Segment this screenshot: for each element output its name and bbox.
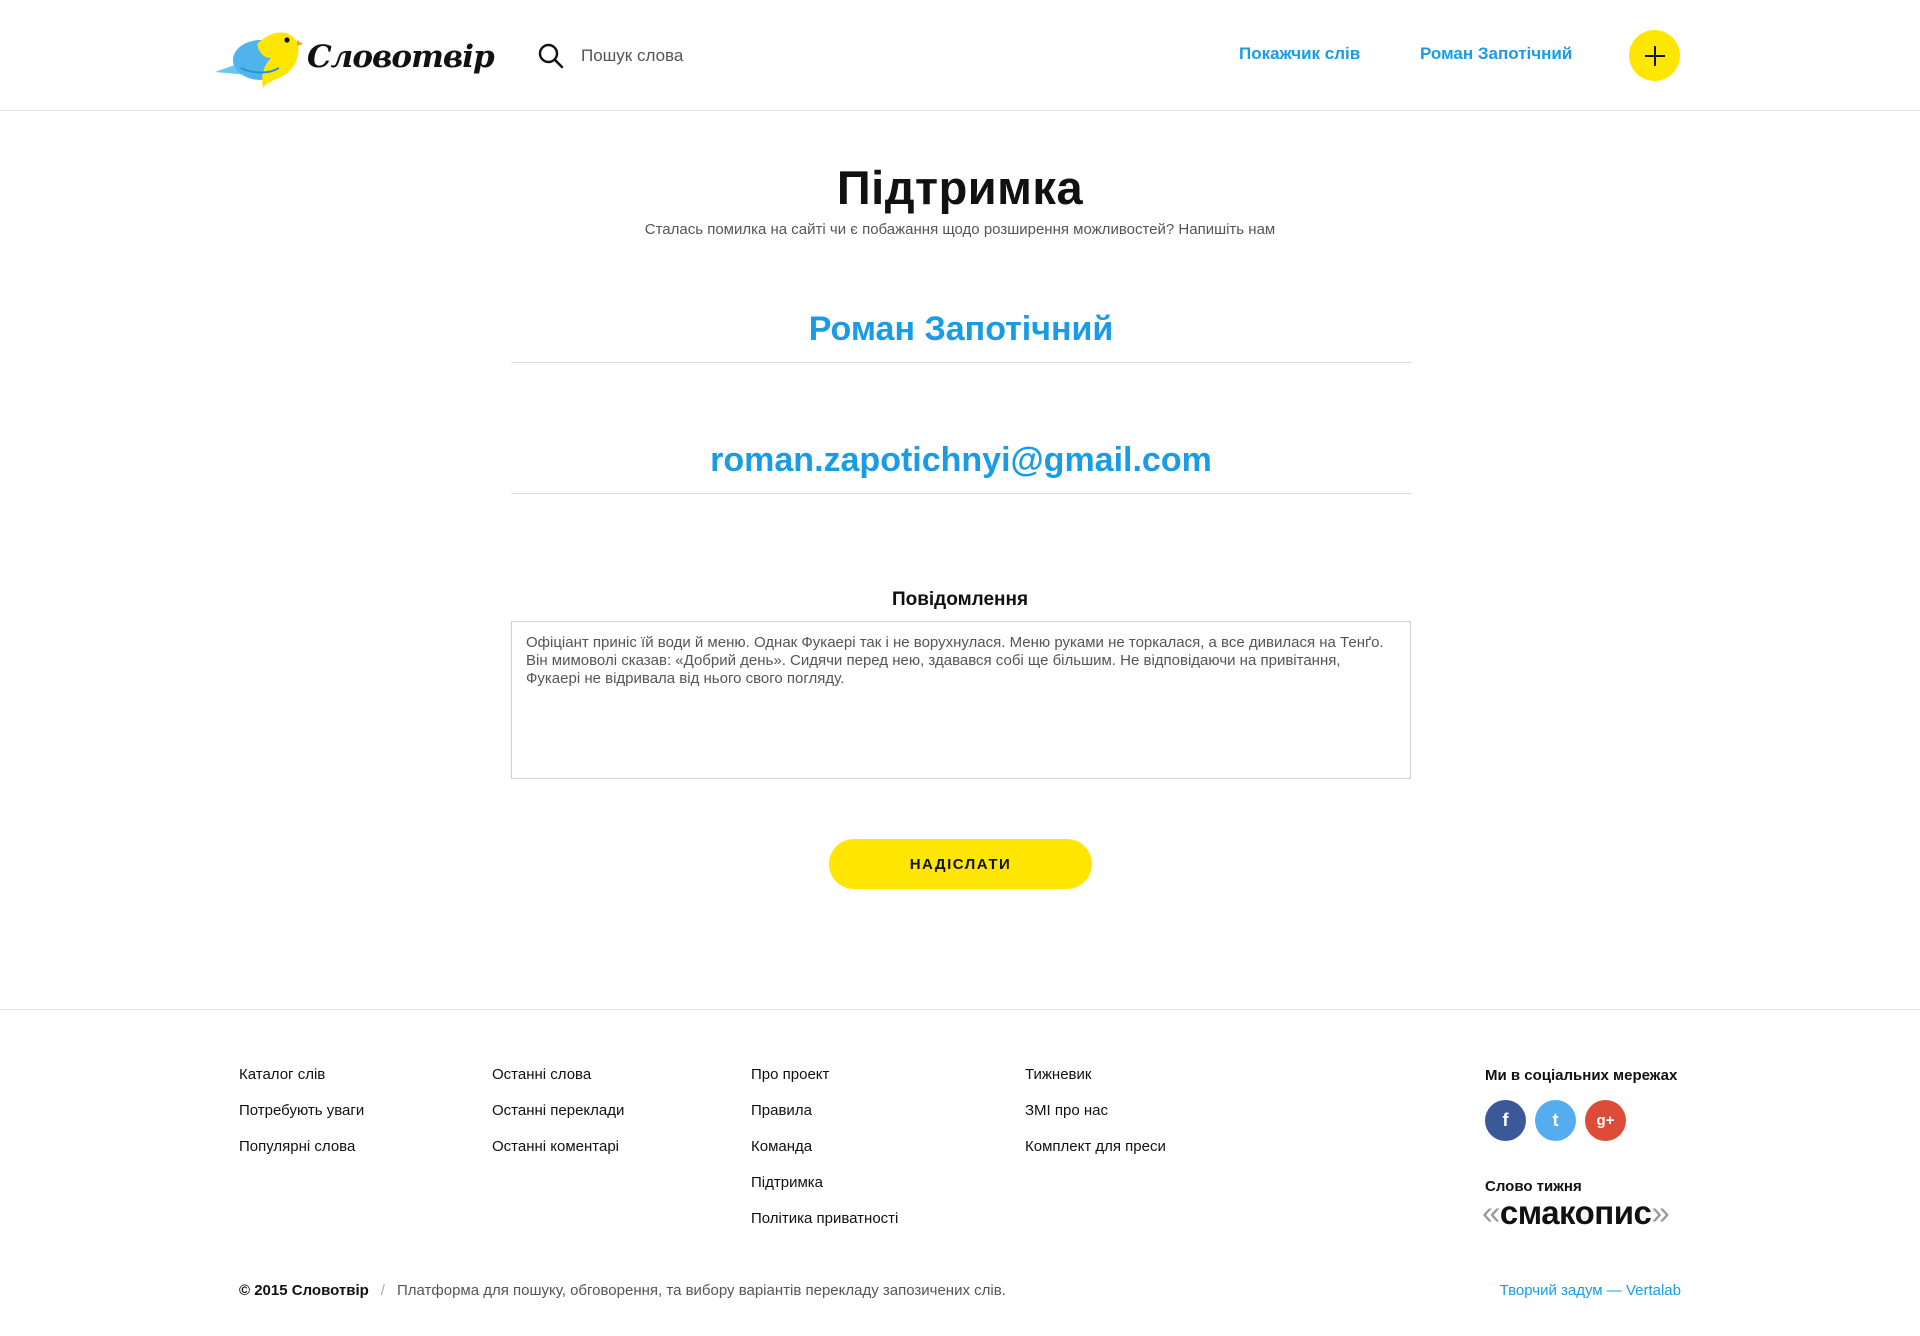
footer-link[interactable]: Політика приватності (751, 1210, 898, 1227)
name-field[interactable] (511, 297, 1411, 363)
email-field[interactable] (511, 428, 1411, 494)
message-textarea[interactable]: Офіціант приніс їй води й меню. Однак Фу… (511, 621, 1411, 779)
footer-column-catalog: Каталог слів Потребують уваги Популярні … (239, 1066, 364, 1174)
copyright-owner: © 2015 Словотвір (239, 1282, 369, 1299)
bird-logo-icon (215, 32, 303, 88)
search-bar (537, 40, 921, 72)
copyright: © 2015 Словотвір / Платформа для пошуку, о… (239, 1282, 1006, 1299)
copyright-separator: / (380, 1282, 385, 1299)
footer-link[interactable]: Про проект (751, 1066, 829, 1083)
footer-link[interactable]: Правила (751, 1102, 812, 1119)
footer-link[interactable]: Останні переклади (492, 1102, 624, 1119)
word-of-week-label: Слово тижня (1485, 1178, 1582, 1195)
footer-divider (0, 1009, 1920, 1010)
logo-wordmark: Словотвір (307, 39, 495, 75)
submit-button[interactable]: НАДІСЛАТИ (829, 839, 1092, 889)
footer-link[interactable]: Останні коментарі (492, 1138, 619, 1155)
footer-column-press: Тижневик ЗМІ про нас Комплект для преси (1025, 1066, 1166, 1174)
footer-link[interactable]: Тижневик (1025, 1066, 1091, 1083)
footer-column-recent: Останні слова Останні переклади Останні … (492, 1066, 624, 1174)
page-title: Підтримка (836, 161, 1084, 214)
footer-link[interactable]: ЗМІ про нас (1025, 1102, 1108, 1119)
footer-column-about: Про проект Правила Команда Підтримка Пол… (751, 1066, 898, 1246)
site-header: Словотвір Покажчик слів Роман Запотічний (0, 0, 1920, 111)
site-description: Платформа для пошуку, обговорення, та ви… (396, 1282, 1006, 1299)
nav-user-profile-link[interactable]: Роман Запотічний (1420, 44, 1572, 64)
google-plus-icon[interactable]: g+ (1585, 1100, 1626, 1141)
footer-link[interactable]: Команда (751, 1138, 812, 1155)
search-input[interactable] (581, 41, 921, 71)
footer-link[interactable]: Останні слова (492, 1066, 591, 1083)
footer-link[interactable]: Підтримка (751, 1174, 823, 1191)
footer-link[interactable]: Популярні слова (239, 1138, 355, 1155)
facebook-icon[interactable]: f (1485, 1100, 1526, 1141)
page-subtitle: Сталась помилка на сайті чи є побажання … (644, 221, 1276, 238)
open-quote: « (1482, 1194, 1500, 1231)
close-quote: » (1651, 1194, 1670, 1231)
social-title: Ми в соціальних мережах (1485, 1067, 1678, 1084)
add-word-button[interactable] (1629, 30, 1680, 81)
footer-link[interactable]: Потребують уваги (239, 1102, 364, 1119)
nav-word-index-link[interactable]: Покажчик слів (1239, 44, 1360, 64)
footer-link[interactable]: Каталог слів (239, 1066, 325, 1083)
search-icon[interactable] (537, 42, 565, 70)
word-of-week: смакопис (1499, 1194, 1652, 1231)
site-logo[interactable]: Словотвір (213, 24, 495, 88)
plus-icon (1644, 45, 1665, 66)
twitter-icon[interactable]: t (1535, 1100, 1576, 1141)
word-of-week-link[interactable]: «смакопис» (1482, 1194, 1670, 1232)
message-label: Повідомлення (891, 589, 1029, 610)
credit-link[interactable]: Творчий задум — Vertalab (1500, 1282, 1681, 1299)
footer-link[interactable]: Комплект для преси (1025, 1138, 1166, 1155)
